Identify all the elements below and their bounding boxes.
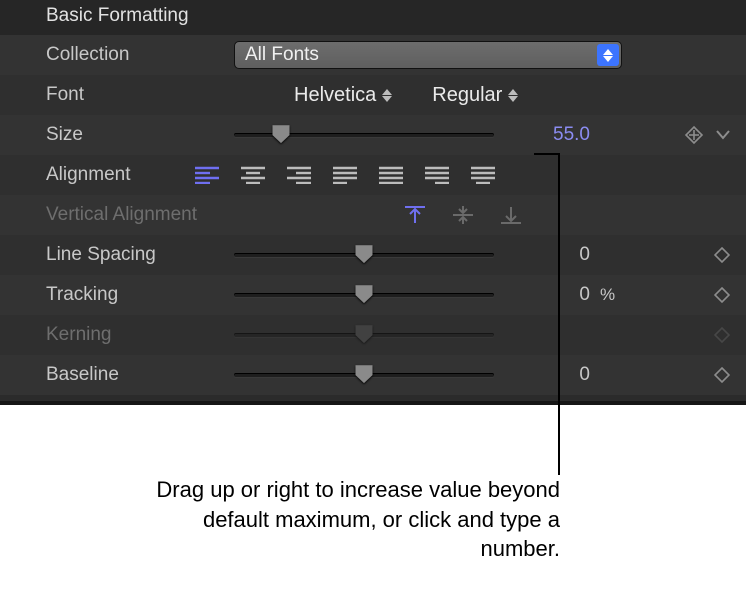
tracking-value-field[interactable]: 0 bbox=[494, 284, 594, 306]
size-label: Size bbox=[46, 124, 234, 146]
font-weight-popup[interactable]: Regular bbox=[432, 84, 518, 107]
size-value-field[interactable]: 55.0 bbox=[494, 124, 594, 146]
justify-right-icon[interactable] bbox=[424, 165, 450, 185]
align-left-icon[interactable] bbox=[194, 165, 220, 185]
font-weight-value: Regular bbox=[432, 84, 502, 107]
tracking-label: Tracking bbox=[46, 284, 234, 306]
row-alignment: Alignment bbox=[0, 155, 746, 195]
slider-thumb-icon bbox=[355, 325, 374, 343]
callout-tick bbox=[534, 153, 560, 155]
font-family-value: Helvetica bbox=[294, 84, 376, 107]
baseline-slider[interactable] bbox=[234, 373, 494, 377]
row-tracking: Tracking 0 % bbox=[0, 275, 746, 315]
line-spacing-value-field[interactable]: 0 bbox=[494, 244, 594, 266]
valign-label: Vertical Alignment bbox=[46, 204, 234, 226]
valign-top-icon[interactable] bbox=[402, 205, 428, 225]
tracking-suffix: % bbox=[594, 285, 620, 305]
font-family-popup[interactable]: Helvetica bbox=[294, 84, 392, 107]
collection-popup-value: All Fonts bbox=[245, 44, 319, 66]
stepper-icon bbox=[382, 89, 392, 102]
row-line-spacing: Line Spacing 0 bbox=[0, 235, 746, 275]
row-kerning: Kerning bbox=[0, 315, 746, 355]
row-size: Size 55.0 bbox=[0, 115, 746, 155]
slider-thumb-icon[interactable] bbox=[271, 125, 290, 143]
callout-line bbox=[558, 153, 560, 475]
line-spacing-slider[interactable] bbox=[234, 253, 494, 257]
caption-area: Drag up or right to increase value beyon… bbox=[0, 405, 746, 575]
chevron-down-icon[interactable] bbox=[716, 130, 730, 140]
add-keyframe-icon[interactable] bbox=[684, 125, 704, 145]
valign-bottom-icon[interactable] bbox=[498, 205, 524, 225]
basic-formatting-panel: Basic Formatting Collection All Fonts Fo… bbox=[0, 0, 746, 405]
align-center-icon[interactable] bbox=[240, 165, 266, 185]
stepper-icon bbox=[508, 89, 518, 102]
alignment-buttons bbox=[194, 165, 496, 185]
justify-full-icon[interactable] bbox=[378, 165, 404, 185]
slider-thumb-icon[interactable] bbox=[355, 245, 374, 263]
font-label: Font bbox=[46, 84, 234, 106]
kerning-slider bbox=[234, 333, 494, 337]
valign-buttons bbox=[402, 205, 524, 225]
row-valign: Vertical Alignment bbox=[0, 195, 746, 235]
kerning-label: Kerning bbox=[46, 324, 234, 346]
valign-middle-icon[interactable] bbox=[450, 205, 476, 225]
collection-label: Collection bbox=[46, 44, 234, 66]
size-slider[interactable] bbox=[234, 133, 494, 137]
section-title: Basic Formatting bbox=[46, 5, 189, 26]
collection-popup[interactable]: All Fonts bbox=[234, 41, 622, 69]
row-baseline: Baseline 0 bbox=[0, 355, 746, 395]
justify-all-icon[interactable] bbox=[470, 165, 496, 185]
align-right-icon[interactable] bbox=[286, 165, 312, 185]
baseline-label: Baseline bbox=[46, 364, 234, 386]
keyframe-diamond-icon[interactable] bbox=[714, 367, 730, 383]
row-collection: Collection All Fonts bbox=[0, 35, 746, 75]
popup-arrows-icon bbox=[597, 44, 619, 66]
keyframe-diamond-icon[interactable] bbox=[714, 287, 730, 303]
tracking-slider[interactable] bbox=[234, 293, 494, 297]
keyframe-diamond-icon bbox=[714, 327, 730, 343]
section-header: Basic Formatting bbox=[0, 0, 746, 35]
baseline-value-field[interactable]: 0 bbox=[494, 364, 594, 386]
caption-text: Drag up or right to increase value beyon… bbox=[140, 475, 560, 564]
line-spacing-label: Line Spacing bbox=[46, 244, 234, 266]
row-font: Font Helvetica Regular bbox=[0, 75, 746, 115]
keyframe-diamond-icon[interactable] bbox=[714, 247, 730, 263]
slider-thumb-icon[interactable] bbox=[355, 365, 374, 383]
justify-left-icon[interactable] bbox=[332, 165, 358, 185]
slider-thumb-icon[interactable] bbox=[355, 285, 374, 303]
